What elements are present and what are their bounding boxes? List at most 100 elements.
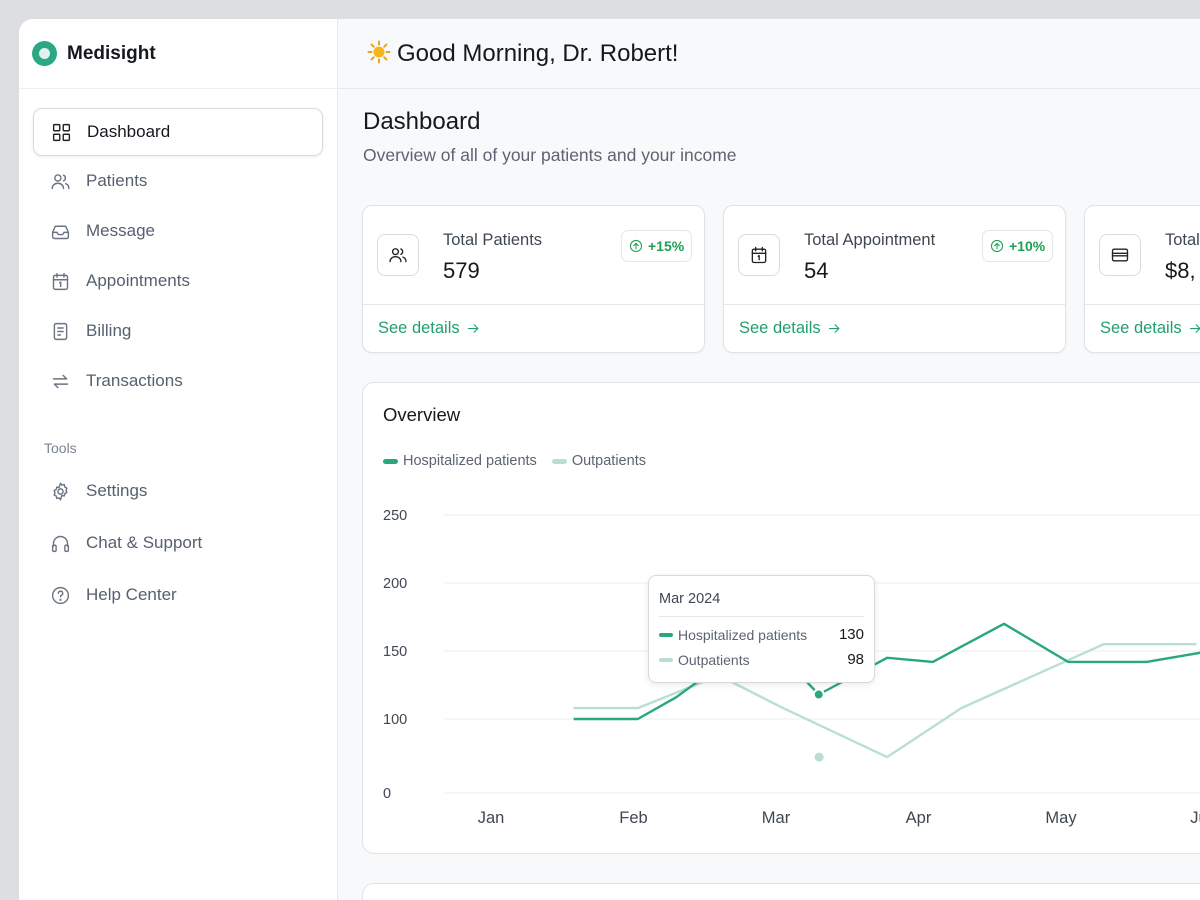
outpatients-marker bbox=[812, 750, 826, 764]
calendar-icon bbox=[49, 270, 71, 292]
sidebar-item-label: Transactions bbox=[86, 371, 183, 390]
brand[interactable]: Medisight bbox=[19, 19, 337, 89]
x-tick-label: Feb bbox=[619, 809, 647, 827]
main-nav: Dashboard Patients Message Appointments bbox=[19, 89, 337, 404]
tooltip-row-hospitalized: Hospitalized patients 130 bbox=[659, 626, 864, 643]
help-circle-icon bbox=[49, 584, 71, 606]
brand-name: Medisight bbox=[67, 42, 156, 64]
tooltip-row-label: Outpatients bbox=[678, 651, 750, 668]
stat-value: 579 bbox=[443, 258, 480, 283]
arrow-right-icon bbox=[467, 324, 479, 333]
sidebar-item-dashboard[interactable]: Dashboard bbox=[33, 108, 323, 156]
growth-badge-text: +15% bbox=[648, 238, 685, 254]
grid-icon bbox=[50, 121, 72, 143]
sidebar-item-transactions[interactable]: Transactions bbox=[33, 358, 323, 404]
app-window: Medisight Dashboard Patients Message App… bbox=[19, 19, 1200, 900]
growth-badge-text: +10% bbox=[1009, 238, 1046, 254]
see-details-link[interactable]: See details bbox=[739, 319, 842, 338]
arrow-right-icon bbox=[828, 324, 840, 333]
brand-logo-icon bbox=[32, 41, 57, 66]
stat-card-total-income: Total $8, See details bbox=[1084, 205, 1200, 353]
y-tick-label: 150 bbox=[383, 644, 407, 660]
see-details-label: See details bbox=[1100, 319, 1182, 337]
tooltip-row-outpatients: Outpatients 98 bbox=[659, 651, 864, 668]
hospitalized-marker bbox=[812, 688, 825, 701]
growth-badge: +15% bbox=[621, 230, 693, 262]
arrow-up-circle-icon bbox=[629, 239, 643, 253]
sidebar-item-label: Dashboard bbox=[87, 122, 171, 141]
sidebar: Medisight Dashboard Patients Message App… bbox=[19, 19, 338, 900]
sidebar-item-appointments[interactable]: Appointments bbox=[33, 258, 323, 304]
sidebar-item-billing[interactable]: Billing bbox=[33, 308, 323, 354]
stat-card-total-patients: Total Patients 579 +15% See details bbox=[362, 205, 705, 353]
calendar-icon bbox=[738, 234, 780, 276]
tooltip-row-value: 130 bbox=[838, 626, 864, 643]
users-icon bbox=[377, 234, 419, 276]
x-tick-label: May bbox=[1045, 809, 1077, 827]
stat-card-body: Total Appointment 54 +10% bbox=[724, 206, 1065, 305]
stat-label: Total Patients bbox=[443, 231, 543, 249]
x-tick-label: Jun bbox=[1190, 809, 1200, 827]
wallet-icon bbox=[1099, 234, 1141, 276]
see-details-label: See details bbox=[739, 319, 821, 337]
y-tick-label: 250 bbox=[383, 508, 407, 524]
sidebar-item-label: Patients bbox=[86, 171, 148, 190]
x-tick-label: Mar bbox=[762, 809, 791, 827]
page-title: Dashboard bbox=[363, 108, 481, 135]
sidebar-item-chat-support[interactable]: Chat & Support bbox=[33, 520, 323, 566]
sidebar-item-label: Message bbox=[86, 221, 155, 240]
arrow-right-icon bbox=[1189, 324, 1200, 333]
stat-label: Total Appointment bbox=[804, 231, 936, 249]
sidebar-item-label: Settings bbox=[86, 481, 148, 500]
transfer-arrows-icon bbox=[49, 370, 71, 392]
sidebar-item-patients[interactable]: Patients bbox=[33, 158, 323, 204]
legend-swatch bbox=[659, 632, 673, 637]
y-tick-label: 100 bbox=[383, 712, 407, 728]
document-icon bbox=[49, 320, 71, 342]
top-bar: Good Morning, Dr. Robert! bbox=[339, 19, 1200, 89]
growth-badge: +10% bbox=[982, 230, 1054, 262]
y-tick-label: 200 bbox=[383, 576, 407, 592]
tooltip-row-label: Hospitalized patients bbox=[678, 626, 808, 643]
sidebar-item-settings[interactable]: Settings bbox=[33, 468, 323, 514]
arrow-up-circle-icon bbox=[990, 239, 1004, 253]
see-details-label: See details bbox=[378, 319, 460, 337]
inbox-icon bbox=[49, 220, 71, 242]
gear-icon bbox=[49, 480, 71, 502]
stat-cards: Total Patients 579 +15% See details Tota… bbox=[362, 205, 1200, 353]
main-content: Good Morning, Dr. Robert! Dashboard Over… bbox=[339, 19, 1200, 900]
tools-section-label: Tools bbox=[44, 440, 77, 456]
headphones-icon bbox=[49, 532, 71, 554]
stat-value: $8, bbox=[1165, 258, 1196, 283]
sidebar-item-label: Chat & Support bbox=[86, 533, 203, 552]
x-tick-label: Jan bbox=[478, 809, 505, 827]
x-tick-label: Apr bbox=[906, 809, 932, 827]
stat-card-total-appointment: Total Appointment 54 +10% See details bbox=[723, 205, 1066, 353]
greeting: Good Morning, Dr. Robert! bbox=[367, 40, 678, 68]
greeting-text: Good Morning, Dr. Robert! bbox=[397, 39, 679, 67]
tools-nav: Settings Chat & Support Help Center bbox=[19, 468, 337, 618]
stat-card-body: Total Patients 579 +15% bbox=[363, 206, 704, 305]
sun-icon bbox=[367, 40, 391, 63]
sidebar-item-message[interactable]: Message bbox=[33, 208, 323, 254]
stat-label: Total bbox=[1165, 231, 1200, 249]
tooltip-title: Mar 2024 bbox=[659, 591, 721, 607]
overview-chart-card: Overview Hospitalized patients Outpatien… bbox=[362, 382, 1200, 854]
sidebar-item-label: Appointments bbox=[86, 271, 190, 290]
stat-value: 54 bbox=[804, 258, 829, 283]
users-icon bbox=[49, 170, 71, 192]
secondary-card bbox=[362, 883, 1200, 900]
sidebar-item-label: Billing bbox=[86, 321, 132, 340]
chart-tooltip: Mar 2024 Hospitalized patients 130 Outpa… bbox=[648, 575, 875, 683]
page-header: Dashboard Overview of all of your patien… bbox=[339, 89, 1200, 166]
page-subtitle: Overview of all of your patients and you… bbox=[363, 145, 737, 165]
y-tick-label: 0 bbox=[383, 786, 391, 802]
sidebar-item-label: Help Center bbox=[86, 585, 177, 604]
tooltip-divider bbox=[659, 616, 864, 617]
legend-swatch bbox=[659, 657, 673, 662]
tooltip-row-value: 98 bbox=[847, 651, 864, 668]
stat-card-body: Total $8, bbox=[1085, 206, 1200, 305]
see-details-link[interactable]: See details bbox=[1100, 319, 1200, 338]
sidebar-item-help-center[interactable]: Help Center bbox=[33, 572, 323, 618]
see-details-link[interactable]: See details bbox=[378, 319, 481, 338]
